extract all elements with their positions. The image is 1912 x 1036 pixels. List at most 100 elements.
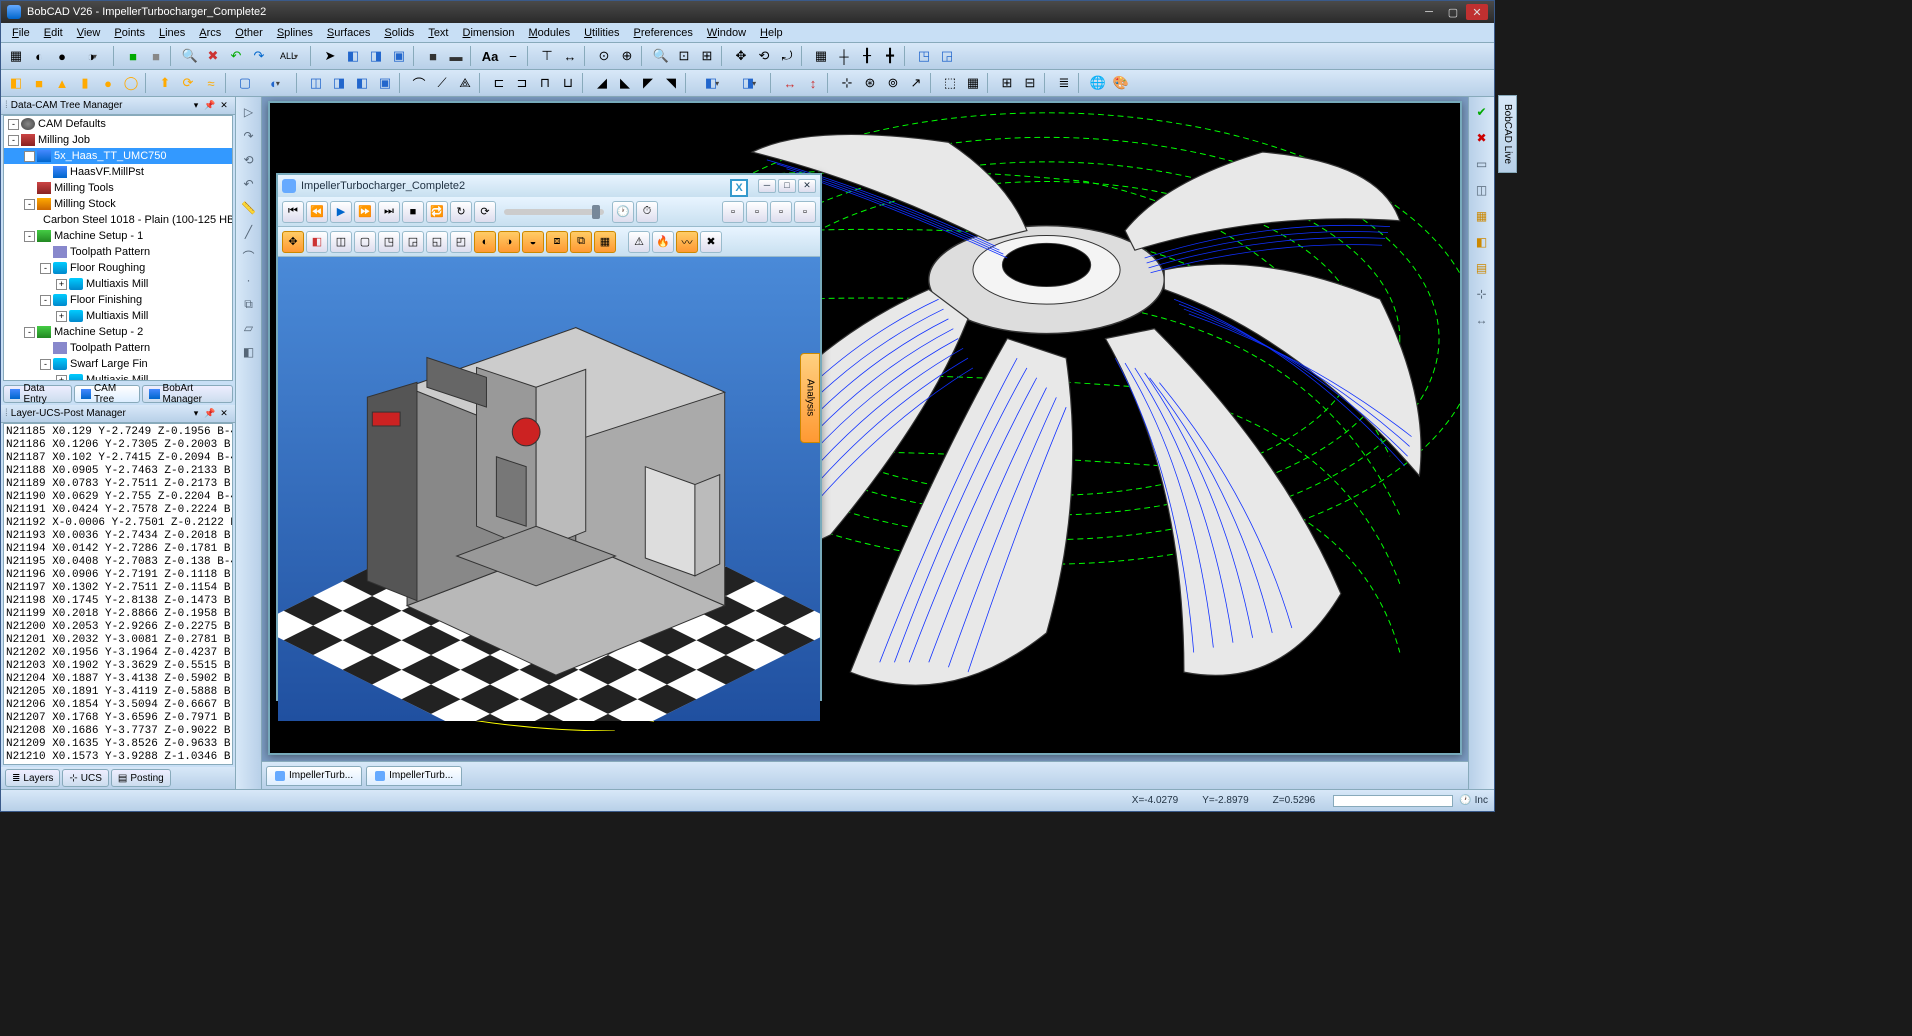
loft-icon[interactable]: ≈ [200, 72, 222, 94]
revolve-icon[interactable]: ⟳ [177, 72, 199, 94]
face-cube-icon[interactable]: ◧▾ [694, 72, 730, 94]
toolpath-vis-icon[interactable]: 〰 [676, 231, 698, 253]
sel-face-icon[interactable]: ▦ [962, 72, 984, 94]
cube-wire5-icon[interactable]: ◰ [450, 231, 472, 253]
heatmap-icon[interactable]: 🔥 [652, 231, 674, 253]
tree-node[interactable]: Toolpath Pattern [4, 244, 232, 260]
menu-edit[interactable]: Edit [37, 25, 70, 41]
panel-close-icon[interactable]: ✕ [217, 99, 231, 113]
stop-icon[interactable]: ■ [402, 201, 424, 223]
cube-view2-icon[interactable]: ◨ [365, 45, 387, 67]
rs-tool6-icon[interactable]: ⊹ [1471, 283, 1493, 305]
all-dropdown[interactable]: ALL▾ [271, 45, 307, 67]
redo-icon[interactable]: ↷ [248, 45, 270, 67]
tree-expand-icon[interactable]: + [56, 375, 67, 382]
cancel-red-icon[interactable]: ✖ [1471, 127, 1493, 149]
axis-z-icon[interactable]: ╋ [879, 45, 901, 67]
select-arrow-icon[interactable]: ➤ [319, 45, 341, 67]
trim1-icon[interactable]: ⊏ [488, 72, 510, 94]
tree-node[interactable]: HaasVF.MillPst [4, 164, 232, 180]
speed-slider[interactable] [504, 209, 604, 215]
menu-dimension[interactable]: Dimension [456, 25, 522, 41]
move-axis-icon[interactable]: ⊹ [836, 72, 858, 94]
tree-node[interactable]: -Machine Setup - 2 [4, 324, 232, 340]
text-aa-icon[interactable]: Aa [479, 45, 501, 67]
rotate-free-icon[interactable]: ⤾ [776, 45, 798, 67]
tree-node[interactable]: -Swarf Large Fin [4, 356, 232, 372]
panel-menu-icon[interactable]: ▾ [189, 407, 203, 421]
draft-icon[interactable]: ⟁ [454, 72, 476, 94]
view-c-icon[interactable]: ▫ [770, 201, 792, 223]
align-top-icon[interactable]: ⊤ [536, 45, 558, 67]
x-axis-button[interactable]: X [730, 179, 748, 197]
dim-h-icon[interactable]: ↔ [779, 72, 801, 94]
snap-pt-icon[interactable]: ⊙ [593, 45, 615, 67]
menu-preferences[interactable]: Preferences [627, 25, 700, 41]
cube-yellow-icon[interactable]: ◧ [5, 72, 27, 94]
color-line-icon[interactable]: ▬ [445, 45, 467, 67]
shaded-wire-icon[interactable]: ◐ [28, 45, 50, 67]
views-dropdown-icon[interactable]: ◳ [913, 45, 935, 67]
machine-disp-icon[interactable]: ▦ [594, 231, 616, 253]
view-d-icon[interactable]: ▫ [794, 201, 816, 223]
menu-file[interactable]: File [5, 25, 37, 41]
menu-arcs[interactable]: Arcs [192, 25, 228, 41]
trim2-icon[interactable]: ⊐ [511, 72, 533, 94]
menu-lines[interactable]: Lines [152, 25, 192, 41]
pan-icon[interactable]: ✥ [730, 45, 752, 67]
rotate-axis-icon[interactable]: ⊛ [859, 72, 881, 94]
tree-expand-icon[interactable]: - [24, 151, 35, 162]
vtool-measure-icon[interactable]: 📏 [238, 197, 260, 219]
grip-icon[interactable]: ⁞ [5, 408, 8, 419]
vtool-surface-icon[interactable]: ▱ [238, 317, 260, 339]
menu-surfaces[interactable]: Surfaces [320, 25, 377, 41]
speed-low-icon[interactable]: ◐ [474, 231, 496, 253]
tree-tab-bobart-manager[interactable]: BobArt Manager [142, 385, 233, 403]
zoom-sel2-icon[interactable]: ⊡ [673, 45, 695, 67]
transparency-icon[interactable]: ◑▾ [74, 45, 110, 67]
tree-expand-icon[interactable]: + [56, 311, 67, 322]
tree-node[interactable]: -Milling Job [4, 132, 232, 148]
maximize-button[interactable]: ▢ [1442, 4, 1464, 20]
tree-node[interactable]: -Machine Setup - 1 [4, 228, 232, 244]
tree-expand-icon[interactable]: - [24, 199, 35, 210]
reset-icon[interactable]: ↻ [450, 201, 472, 223]
break-icon[interactable]: ⊔ [557, 72, 579, 94]
tree-node[interactable]: -Floor Finishing [4, 292, 232, 308]
rs-tool2-icon[interactable]: ◫ [1471, 179, 1493, 201]
panel-close-icon[interactable]: ✕ [217, 407, 231, 421]
menu-text[interactable]: Text [421, 25, 455, 41]
vtool-redo-icon[interactable]: ↷ [238, 125, 260, 147]
cube-red-icon[interactable]: ◧ [306, 231, 328, 253]
layer-gray-icon[interactable]: ■ [145, 45, 167, 67]
sel-box-icon[interactable]: ⬚ [939, 72, 961, 94]
grid-icon[interactable]: ▦ [810, 45, 832, 67]
menu-modules[interactable]: Modules [521, 25, 577, 41]
world-icon[interactable]: 🌐 [1087, 72, 1109, 94]
cone-icon[interactable]: ▲ [51, 72, 73, 94]
axes-icon[interactable]: ✥ [282, 231, 304, 253]
tree-expand-icon[interactable]: - [8, 119, 19, 130]
menu-splines[interactable]: Splines [270, 25, 320, 41]
color-block-icon[interactable]: ■ [422, 45, 444, 67]
tree-expand-icon[interactable]: - [40, 295, 51, 306]
menu-window[interactable]: Window [700, 25, 753, 41]
trash-icon[interactable]: ✖ [202, 45, 224, 67]
tree-expand-icon[interactable]: - [40, 359, 51, 370]
tree-node[interactable]: -Floor Roughing [4, 260, 232, 276]
snap-grp-icon[interactable]: ⊕ [616, 45, 638, 67]
tree-node[interactable]: -Milling Stock [4, 196, 232, 212]
pin-icon[interactable]: 📌 [203, 99, 217, 113]
pattern2-icon[interactable]: ⊟ [1019, 72, 1041, 94]
tree-node[interactable]: Toolpath Pattern [4, 340, 232, 356]
bottom-tab-layers[interactable]: ≣Layers [5, 769, 60, 787]
face-cube2-icon[interactable]: ◨▾ [731, 72, 767, 94]
view-a-icon[interactable]: ▫ [722, 201, 744, 223]
cycle-icon[interactable]: ⟳ [474, 201, 496, 223]
palette-icon[interactable]: 🎨 [1110, 72, 1132, 94]
vtool-solid-icon[interactable]: ◧ [238, 341, 260, 363]
bottom-tab-ucs[interactable]: ⊹UCS [62, 769, 109, 787]
rs-tool5-icon[interactable]: ▤ [1471, 257, 1493, 279]
tree-node[interactable]: Carbon Steel 1018 - Plain (100-125 HB) [4, 212, 232, 228]
rs-tool7-icon[interactable]: ↔ [1471, 309, 1493, 331]
